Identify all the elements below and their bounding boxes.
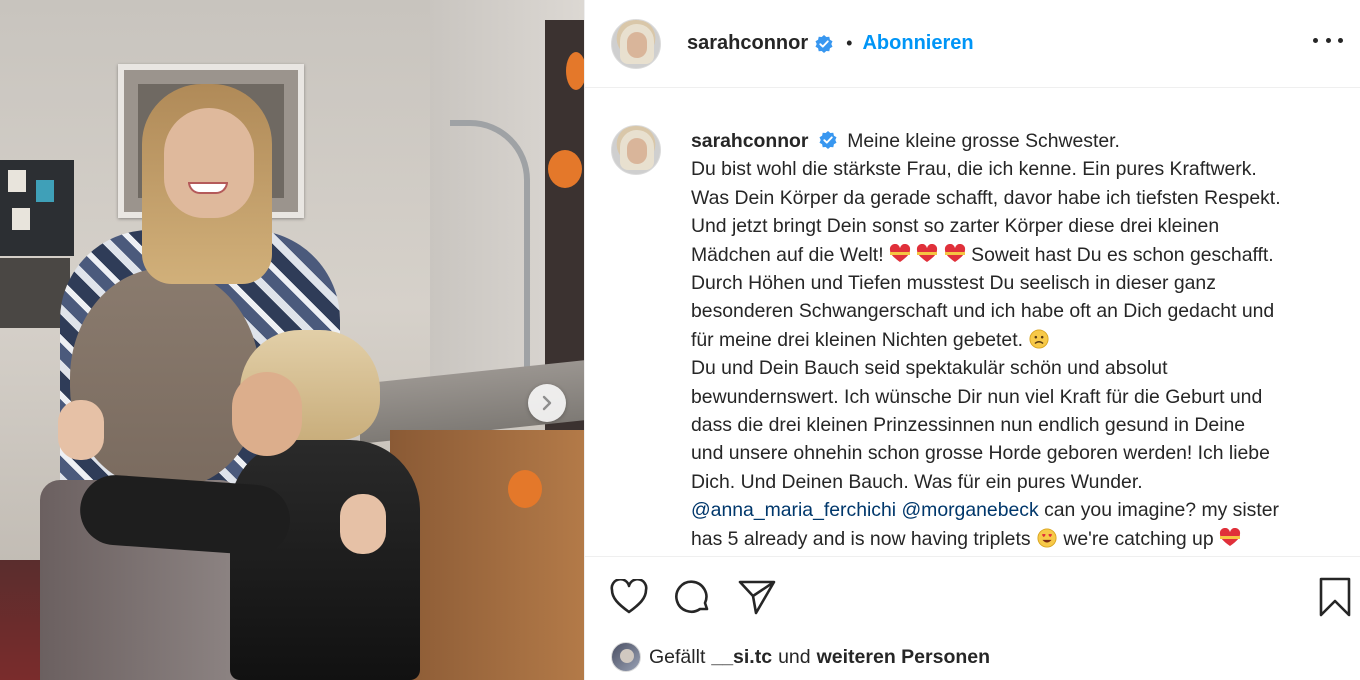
more-options-icon[interactable]: [1313, 30, 1343, 50]
caption-line: dass die drei kleinen Prinzessinnen nun …: [691, 414, 1246, 437]
heart-icon: [610, 579, 648, 614]
mention-link[interactable]: @morganebeck: [901, 499, 1038, 521]
caption-line: Was Dein Körper da gerade schafft, davor…: [691, 186, 1281, 209]
photo-pumpkin: [566, 52, 584, 90]
caption-line: Du und Dein Bauch seid spektakulär schön…: [691, 357, 1168, 380]
likes-prefix: Gefällt: [649, 645, 706, 668]
caption-username[interactable]: sarahconnor: [691, 130, 808, 152]
caption-line: besonderen Schwangerschaft und ich habe …: [691, 300, 1275, 323]
heart-eyes-emoji-icon: [1037, 528, 1057, 548]
caption-line: we're catching up: [1063, 527, 1214, 550]
verified-badge-icon: [814, 34, 834, 54]
caption-line: Soweit hast Du es schon geschafft.: [971, 243, 1274, 266]
photo-kneeling-woman-face: [232, 372, 302, 456]
liker-username[interactable]: __si.tc: [711, 646, 772, 669]
photo-pumpkin: [548, 150, 582, 188]
sad-face-emoji-icon: [1029, 329, 1049, 349]
follow-button[interactable]: Abonnieren: [862, 32, 973, 55]
comment-button[interactable]: [673, 577, 713, 617]
photo-kneeling-woman-arm: [77, 472, 293, 558]
chevron-right-icon: [542, 395, 552, 411]
photo-pumpkin: [508, 470, 542, 508]
caption-line: Durch Höhen und Tiefen musstest Du seeli…: [691, 272, 1216, 295]
heart-ribbon-emoji-icon: [944, 243, 965, 262]
photo-smile: [188, 182, 228, 194]
comment-icon: [675, 580, 709, 614]
heart-ribbon-emoji-icon: [1219, 527, 1241, 546]
caption-line: Meine kleine grosse Schwester.: [847, 130, 1120, 152]
likes-summary: Gefällt __si.tc und weiteren Personen: [611, 640, 996, 674]
post-actions-bar: [585, 556, 1360, 636]
photo-pinboard: [0, 160, 74, 256]
photo-kneeling-woman-body: [230, 440, 420, 680]
caption-line: Dich. Und Deinen Bauch. Was für ein pure…: [691, 470, 1143, 493]
heart-ribbon-emoji-icon: [889, 243, 911, 262]
likes-joiner: und: [778, 645, 811, 668]
likes-others-link[interactable]: weiteren Personen: [817, 646, 990, 669]
caption-text: sarahconnor Meine kleine grosse Schweste…: [691, 127, 1355, 553]
photo-kitchen-tap: [450, 120, 530, 390]
caption-line: und unsere ohnehin schon grosse Horde ge…: [691, 442, 1270, 465]
caption-line: Und jetzt bringt Dein sonst so zarter Kö…: [691, 215, 1220, 238]
caption-line: für meine drei kleinen Nichten gebetet.: [691, 328, 1023, 351]
post-photo[interactable]: [0, 0, 584, 680]
caption-line: bewundernswert. Ich wünsche Dir nun viel…: [691, 385, 1263, 408]
photo-standing-woman-face: [164, 108, 254, 218]
caption-line: can you imagine? my sister: [1044, 499, 1280, 522]
liker-avatar[interactable]: [611, 642, 641, 672]
photo-hand: [58, 400, 104, 460]
author-avatar[interactable]: [611, 18, 661, 69]
heart-ribbon-emoji-icon: [917, 243, 938, 262]
bookmark-icon: [1319, 577, 1351, 617]
mention-link[interactable]: @anna_maria_ferchichi: [691, 499, 896, 521]
photo-belly: [70, 268, 260, 488]
next-photo-button[interactable]: [528, 384, 566, 422]
author-username[interactable]: sarahconnor: [687, 32, 808, 55]
paper-plane-icon: [738, 580, 776, 615]
like-button[interactable]: [609, 577, 649, 617]
caption-line: Du bist wohl die stärkste Frau, die ich …: [691, 158, 1257, 181]
post-header: sarahconnor • Abonnieren: [585, 0, 1360, 88]
caption-line: has 5 already and is now having triplets: [691, 527, 1031, 550]
post-side-panel: sarahconnor • Abonnieren sarahconnor Mei…: [584, 0, 1360, 680]
verified-badge-icon: [818, 130, 838, 150]
caption-line: Mädchen auf die Welt!: [691, 243, 884, 266]
save-button[interactable]: [1315, 577, 1355, 617]
caption-author-avatar[interactable]: [611, 125, 661, 175]
header-separator: •: [846, 33, 853, 53]
share-button[interactable]: [737, 577, 777, 617]
photo-hand: [340, 494, 386, 554]
caption-area: sarahconnor Meine kleine grosse Schweste…: [585, 89, 1360, 555]
